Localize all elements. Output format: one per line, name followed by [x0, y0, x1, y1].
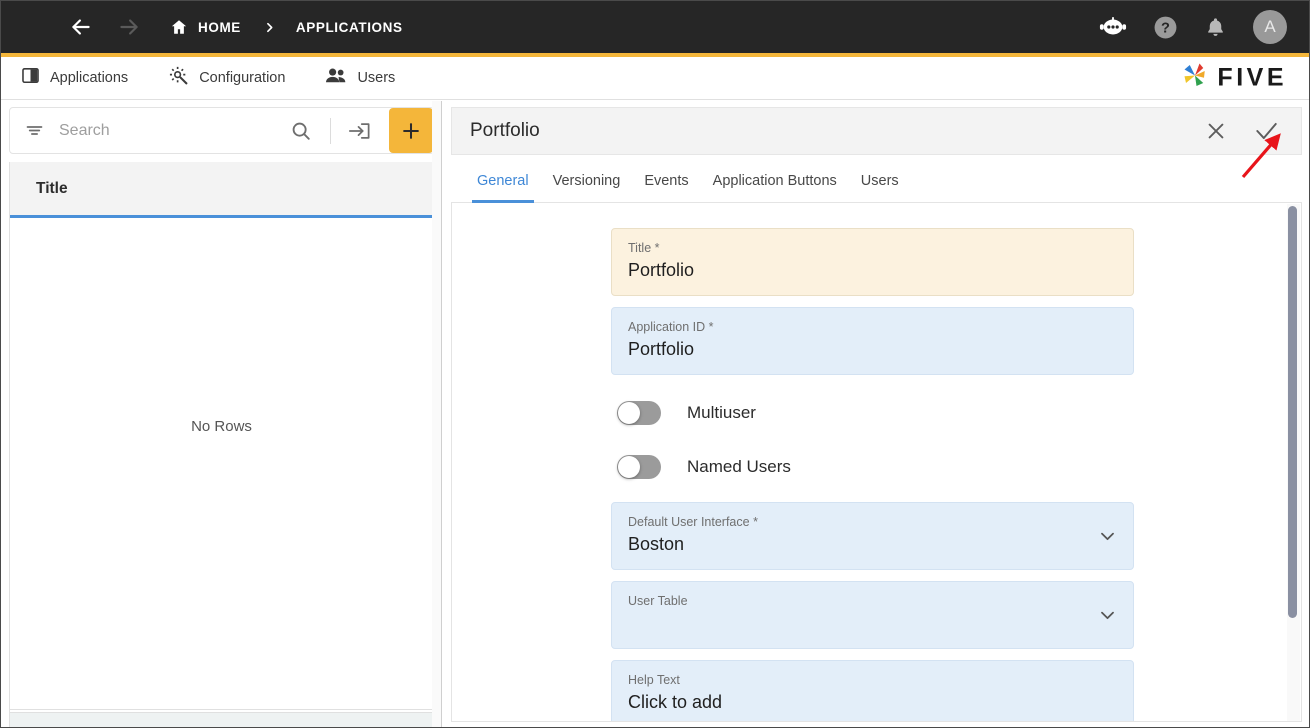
empty-state-message: No Rows — [191, 418, 252, 435]
top-navigation-bar: HOME APPLICATIONS ? A — [1, 1, 1309, 53]
search-input[interactable] — [59, 121, 282, 140]
search-icon[interactable] — [282, 120, 320, 142]
five-pinwheel-icon — [1180, 61, 1210, 96]
add-application-button[interactable] — [389, 108, 433, 153]
detail-scrollbar-track[interactable] — [1287, 204, 1300, 721]
toggle-knob — [618, 402, 640, 424]
grid-column-header-title[interactable]: Title — [10, 180, 68, 198]
tab-label: Events — [644, 173, 689, 189]
label-text: Application ID — [628, 320, 706, 334]
required-marker: * — [753, 515, 758, 529]
divider — [330, 117, 331, 144]
user-table-label: User Table — [628, 592, 1117, 610]
required-marker: * — [708, 320, 714, 334]
toggle-knob — [618, 456, 640, 478]
breadcrumb-item-applications[interactable]: APPLICATIONS — [296, 20, 403, 35]
nav-tab-label: Users — [357, 70, 396, 86]
named-users-label: Named Users — [687, 457, 791, 476]
title-field[interactable]: Title * Portfolio — [611, 228, 1134, 296]
help-icon[interactable]: ? — [1153, 15, 1178, 40]
detail-scrollbar-thumb[interactable] — [1288, 206, 1297, 618]
nav-tab-label: Applications — [50, 70, 129, 86]
help-text-label: Help Text — [628, 671, 1117, 689]
tab-events[interactable]: Events — [632, 173, 700, 202]
application-window: HOME APPLICATIONS ? A Applications Confi… — [0, 0, 1310, 728]
help-text-field[interactable]: Help Text Click to add — [611, 660, 1134, 721]
configuration-gear-icon — [168, 65, 189, 91]
close-icon[interactable] — [1205, 120, 1227, 142]
tab-general[interactable]: General — [465, 173, 541, 203]
filter-icon[interactable] — [24, 120, 45, 141]
chevron-right-icon — [263, 21, 276, 34]
default-user-interface-label: Default User Interface * — [628, 513, 1117, 531]
detail-header: Portfolio — [451, 107, 1302, 155]
applications-list-panel: Title No Rows — [1, 101, 442, 727]
tab-label: Application Buttons — [712, 173, 837, 189]
home-icon[interactable] — [170, 18, 188, 36]
label-text: Default User Interface — [628, 515, 750, 529]
application-detail-panel: Portfolio General Versioning Events Appl… — [443, 101, 1309, 727]
nav-tab-users[interactable]: Users — [305, 57, 415, 99]
required-marker: * — [654, 241, 660, 255]
label-text: Title — [628, 241, 652, 255]
application-id-field-label: Application ID * — [628, 318, 1117, 336]
svg-text:?: ? — [1161, 20, 1170, 36]
label-text: Help Text — [628, 673, 680, 687]
five-logo: FIVE — [1180, 61, 1287, 96]
application-id-field-value[interactable]: Portfolio — [628, 336, 1117, 362]
save-check-icon[interactable] — [1253, 118, 1279, 144]
tab-label: General — [477, 173, 529, 189]
breadcrumb-item-home[interactable]: HOME — [198, 20, 241, 35]
user-table-value — [628, 610, 1117, 636]
import-icon[interactable] — [341, 120, 377, 142]
tab-label: Users — [860, 173, 899, 189]
default-user-interface-select[interactable]: Default User Interface * Boston — [611, 502, 1134, 570]
grid-header-row: Title — [10, 162, 433, 218]
application-id-field[interactable]: Application ID * Portfolio — [611, 307, 1134, 375]
nav-tab-configuration[interactable]: Configuration — [148, 57, 305, 99]
help-text-value[interactable]: Click to add — [628, 689, 1117, 715]
named-users-row: Named Users — [611, 440, 1134, 494]
title-field-value[interactable]: Portfolio — [628, 257, 1117, 283]
chatbot-icon[interactable] — [1099, 16, 1127, 38]
grid-footer — [9, 713, 434, 727]
nav-tab-label: Configuration — [199, 70, 286, 86]
multiuser-row: Multiuser — [611, 386, 1134, 440]
hamburger-menu-icon[interactable] — [24, 19, 46, 35]
default-user-interface-value: Boston — [628, 534, 685, 554]
multiuser-label: Multiuser — [687, 403, 756, 422]
left-panel-scrollbar[interactable] — [432, 101, 441, 727]
notifications-bell-icon[interactable] — [1204, 16, 1227, 39]
five-logo-text: FIVE — [1217, 63, 1287, 92]
tab-label: Versioning — [552, 173, 621, 189]
chevron-down-icon[interactable] — [1098, 527, 1117, 546]
chevron-down-icon[interactable] — [1098, 606, 1117, 625]
back-arrow-icon[interactable] — [68, 14, 94, 40]
detail-form-container: Title * Portfolio Application ID * Portf… — [451, 203, 1302, 722]
applications-icon — [21, 66, 40, 90]
tab-versioning[interactable]: Versioning — [541, 173, 633, 202]
applications-grid: Title No Rows — [9, 162, 434, 713]
detail-header-actions — [1205, 118, 1301, 144]
search-bar — [9, 107, 434, 154]
topbar-actions: ? A — [1099, 1, 1309, 53]
label-text: User Table — [628, 594, 688, 608]
breadcrumb: HOME APPLICATIONS — [170, 18, 403, 36]
avatar-initial: A — [1264, 17, 1276, 36]
nav-tab-applications[interactable]: Applications — [1, 57, 148, 99]
forward-arrow-icon[interactable] — [116, 14, 142, 40]
module-tab-strip: Applications Configuration Users FIVE — [1, 57, 1309, 100]
avatar[interactable]: A — [1253, 10, 1287, 44]
user-table-select[interactable]: User Table — [611, 581, 1134, 649]
named-users-toggle[interactable] — [617, 455, 661, 479]
tab-users[interactable]: Users — [849, 173, 911, 202]
tab-application-buttons[interactable]: Application Buttons — [701, 173, 849, 202]
multiuser-toggle[interactable] — [617, 401, 661, 425]
title-field-label: Title * — [628, 239, 1117, 257]
general-form: Title * Portfolio Application ID * Portf… — [611, 203, 1134, 721]
grid-body: No Rows — [10, 218, 433, 710]
page-title: Portfolio — [470, 120, 540, 141]
users-icon — [325, 66, 347, 90]
detail-tab-bar: General Versioning Events Application Bu… — [451, 155, 1302, 203]
